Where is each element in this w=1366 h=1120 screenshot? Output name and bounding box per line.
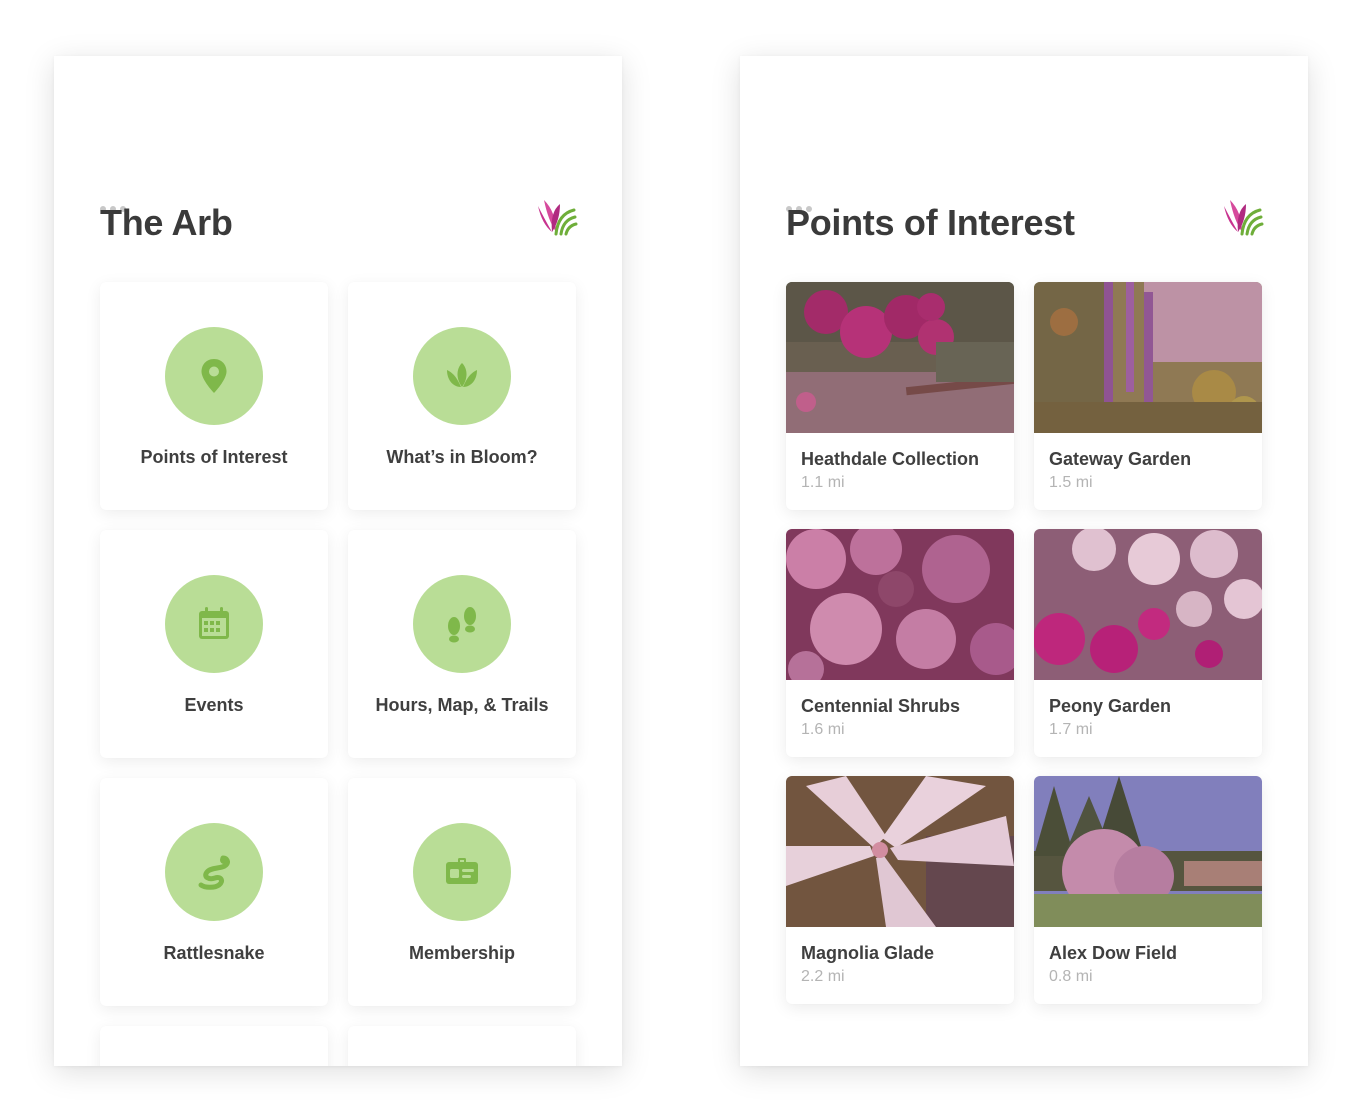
page-title: Points of Interest (786, 202, 1075, 243)
tile-label: Rattlesnake (163, 943, 265, 963)
tile-whats-in-bloom[interactable]: What’s in Bloom? (348, 282, 576, 510)
poi-photo (786, 776, 1014, 927)
lotus-icon (413, 327, 511, 425)
tile-more-1[interactable] (100, 1026, 328, 1066)
arb-logo-icon (538, 200, 578, 236)
home-screen: The Arb Points of Interest What’s in Blo… (54, 56, 622, 1066)
tile-membership[interactable]: Membership (348, 778, 576, 1006)
poi-card-peony-garden[interactable]: Peony Garden 1.7 mi (1034, 529, 1262, 757)
poi-name: Centennial Shrubs (801, 696, 961, 716)
poi-distance: 1.7 mi (1049, 721, 1093, 738)
tile-points-of-interest[interactable]: Points of Interest (100, 282, 328, 510)
poi-distance: 0.8 mi (1049, 968, 1093, 985)
poi-card-magnolia-glade[interactable]: Magnolia Glade 2.2 mi (786, 776, 1014, 1004)
poi-photo (786, 282, 1014, 433)
poi-screen: Points of Interest Heathdale Collection … (740, 56, 1308, 1066)
poi-distance: 1.1 mi (801, 474, 845, 491)
map-pin-icon (165, 327, 263, 425)
poi-card-alex-dow-field[interactable]: Alex Dow Field 0.8 mi (1034, 776, 1262, 1004)
tile-label: Membership (408, 943, 516, 963)
snake-icon (165, 823, 263, 921)
poi-card-gateway-garden[interactable]: Gateway Garden 1.5 mi (1034, 282, 1262, 510)
page-title: The Arb (100, 202, 233, 243)
tile-label: Events (184, 695, 244, 715)
poi-card-grid: Heathdale Collection 1.1 mi Gateway Gard… (786, 282, 1262, 1004)
poi-photo (1034, 776, 1262, 927)
poi-name: Alex Dow Field (1049, 943, 1178, 963)
member-card-icon (413, 823, 511, 921)
poi-distance: 1.5 mi (1049, 474, 1093, 491)
tile-rattlesnake[interactable]: Rattlesnake (100, 778, 328, 1006)
tile-more-2[interactable] (348, 1026, 576, 1066)
poi-name: Peony Garden (1049, 696, 1172, 716)
arb-logo-icon (1224, 200, 1264, 236)
tile-hours-map-trails[interactable]: Hours, Map, & Trails (348, 530, 576, 758)
poi-photo (786, 529, 1014, 680)
tile-label: Hours, Map, & Trails (375, 695, 549, 715)
poi-card-heathdale-collection[interactable]: Heathdale Collection 1.1 mi (786, 282, 1014, 510)
poi-name: Magnolia Glade (801, 943, 935, 963)
home-menu-grid: Points of Interest What’s in Bloom? Even… (100, 282, 576, 1066)
footprints-icon (413, 575, 511, 673)
tile-label: Points of Interest (140, 447, 288, 467)
poi-distance: 1.6 mi (801, 721, 845, 738)
poi-photo (1034, 529, 1262, 680)
tile-events[interactable]: Events (100, 530, 328, 758)
calendar-icon (165, 575, 263, 673)
poi-name: Heathdale Collection (801, 449, 980, 469)
poi-photo (1034, 282, 1262, 433)
poi-name: Gateway Garden (1049, 449, 1192, 469)
poi-card-centennial-shrubs[interactable]: Centennial Shrubs 1.6 mi (786, 529, 1014, 757)
tile-label: What’s in Bloom? (386, 447, 538, 467)
poi-distance: 2.2 mi (801, 968, 845, 985)
